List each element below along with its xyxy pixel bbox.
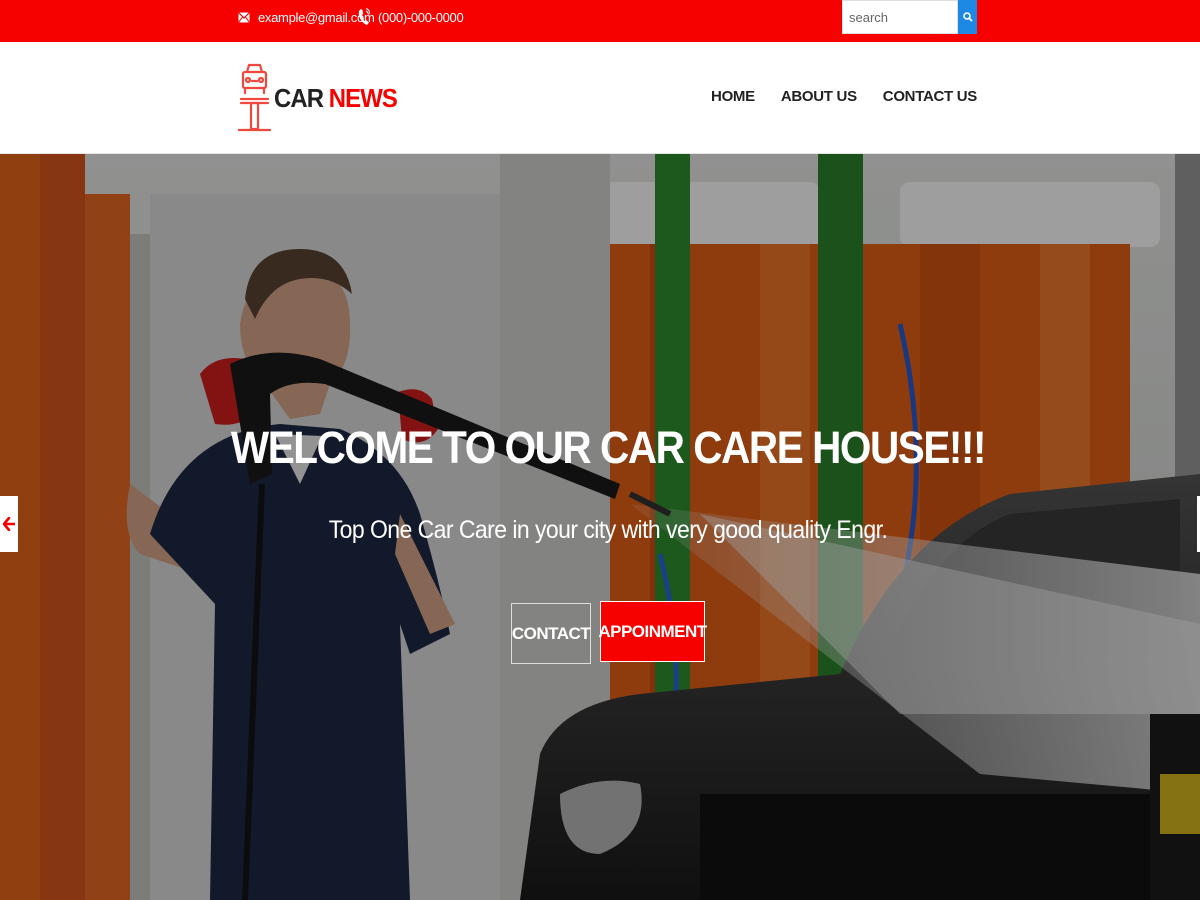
- hero-slider: WELCOME TO OUR CAR CARE HOUSE!!! Top One…: [0, 154, 1200, 900]
- nav-home[interactable]: HOME: [711, 88, 755, 105]
- site-header: CAR NEWS HOME ABOUT US CONTACT US: [0, 42, 1200, 154]
- search-button[interactable]: [958, 0, 977, 34]
- contact-email[interactable]: example@gmail.com: [238, 0, 375, 34]
- slider-prev-button[interactable]: [0, 496, 18, 552]
- nav-about-us[interactable]: ABOUT US: [781, 88, 857, 105]
- mail-icon: [238, 11, 250, 23]
- search-input[interactable]: [842, 0, 958, 34]
- contact-phone[interactable]: (000)-000-0000: [358, 0, 464, 34]
- email-text: example@gmail.com: [258, 9, 375, 25]
- appointment-button[interactable]: APPOINMENT: [598, 601, 707, 662]
- top-bar: example@gmail.com (000)-000-0000: [0, 0, 1200, 42]
- search-icon: [962, 12, 973, 22]
- phone-icon: [358, 8, 370, 25]
- hero-title: WELCOME TO OUR CAR CARE HOUSE!!!: [230, 422, 987, 473]
- car-lift-icon: [238, 63, 271, 132]
- contact-button[interactable]: CONTACT: [511, 603, 591, 664]
- site-logo[interactable]: CAR NEWS: [238, 62, 408, 134]
- arrow-left-icon: [3, 517, 15, 531]
- phone-text: (000)-000-0000: [378, 9, 464, 25]
- search-box: [842, 0, 977, 34]
- nav-contact-us[interactable]: CONTACT US: [883, 88, 978, 105]
- main-nav: HOME ABOUT US CONTACT US: [711, 88, 977, 105]
- logo-text: CAR NEWS: [274, 82, 398, 113]
- hero-subtitle: Top One Car Care in your city with very …: [328, 516, 888, 544]
